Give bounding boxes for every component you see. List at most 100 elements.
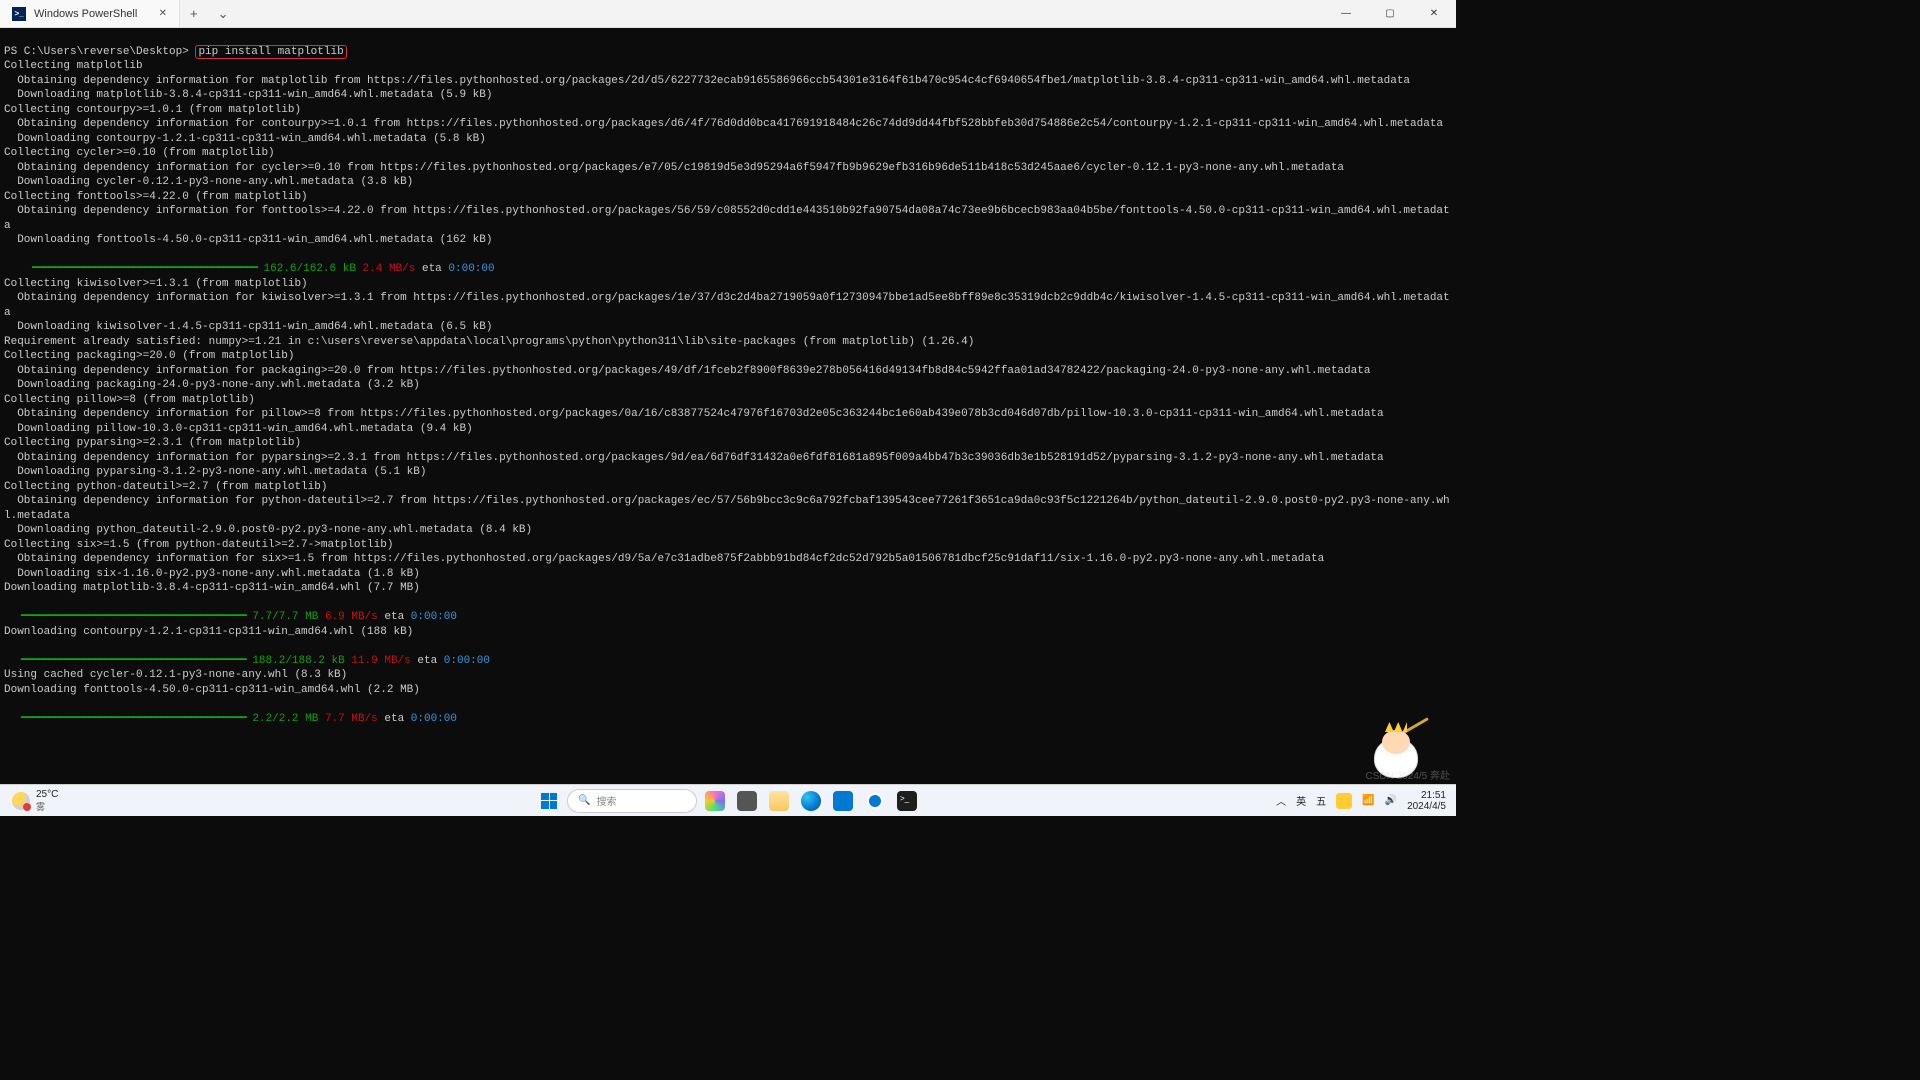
watermark: CSDN 2024/5 奔赴 — [1366, 767, 1450, 782]
ime-input[interactable]: 五 — [1316, 793, 1326, 808]
search-icon: 🔍 — [578, 795, 590, 806]
edge-icon — [801, 791, 821, 811]
terminal-line: Downloading pyparsing-3.1.2-py3-none-any… — [4, 466, 426, 478]
minimize-button[interactable]: — — [1324, 0, 1368, 27]
weather-text: 25°C 雾 — [36, 789, 58, 813]
terminal-button[interactable] — [893, 789, 921, 813]
start-button[interactable] — [535, 789, 563, 813]
taskview-button[interactable] — [733, 789, 761, 813]
circle-icon — [867, 793, 883, 809]
progress-bar: ━━━━━━━━━━━━━━━━━━━━━━━━━━━━━━━━━━━━━━━━ — [4, 611, 246, 623]
tab-close-button[interactable]: ✕ — [159, 8, 167, 19]
terminal-line: Collecting cycler>=0.10 (from matplotlib… — [4, 147, 275, 159]
terminal-line: Collecting packaging>=20.0 (from matplot… — [4, 350, 294, 362]
search-box[interactable]: 🔍 搜索 — [567, 789, 697, 813]
terminal-line: Downloading matplotlib-3.8.4-cp311-cp311… — [4, 89, 492, 101]
terminal-line: Obtaining dependency information for con… — [4, 118, 1443, 130]
terminal-line: Downloading matplotlib-3.8.4-cp311-cp311… — [4, 582, 420, 594]
terminal-line: Obtaining dependency information for pyp… — [4, 452, 1384, 464]
terminal-line: Downloading cycler-0.12.1-py3-none-any.w… — [4, 176, 413, 188]
terminal-line: Obtaining dependency information for six… — [4, 553, 1324, 565]
progress-eta-label: eta — [411, 655, 444, 667]
copilot-button[interactable] — [701, 789, 729, 813]
terminal-line: Downloading six-1.16.0-py2.py3-none-any.… — [4, 568, 420, 580]
progress-size: 162.6/162.6 kB — [257, 263, 356, 275]
terminal-line: Downloading fonttools-4.50.0-cp311-cp311… — [4, 684, 420, 696]
terminal-line: Requirement already satisfied: numpy>=1.… — [4, 336, 974, 348]
crown-icon — [1385, 722, 1407, 732]
terminal-line: Obtaining dependency information for mat… — [4, 75, 1410, 87]
explorer-button[interactable] — [765, 789, 793, 813]
tab-title: Windows PowerShell — [34, 8, 137, 20]
terminal-line: Collecting kiwisolver>=1.3.1 (from matpl… — [4, 278, 308, 290]
progress-speed: 6.9 MB/s — [318, 611, 377, 623]
terminal-line: Obtaining dependency information for fon… — [4, 205, 1450, 232]
copilot-icon — [705, 791, 725, 811]
new-tab-button[interactable]: + — [180, 0, 208, 27]
terminal-line: Obtaining dependency information for cyc… — [4, 162, 1344, 174]
search-placeholder: 搜索 — [596, 793, 616, 808]
progress-eta: 0:00:00 — [444, 655, 490, 667]
progress-eta-label: eta — [415, 263, 448, 275]
progress-eta-label: eta — [378, 713, 411, 725]
progress-speed: 11.9 MB/s — [345, 655, 411, 667]
terminal-line: Downloading python_dateutil-2.9.0.post0-… — [4, 524, 532, 536]
tab-dropdown-button[interactable]: ⌄ — [208, 0, 239, 27]
tray-app-icon[interactable] — [1336, 793, 1352, 809]
edge-button[interactable] — [797, 789, 825, 813]
progress-size: 2.2/2.2 MB — [246, 713, 319, 725]
progress-speed: 7.7 MB/s — [318, 713, 377, 725]
weather-icon — [12, 792, 30, 810]
terminal-line: Using cached cycler-0.12.1-py3-none-any.… — [4, 669, 347, 681]
terminal-line: Downloading kiwisolver-1.4.5-cp311-cp311… — [4, 321, 492, 333]
mascot-face — [1382, 730, 1410, 754]
terminal-line: Collecting matplotlib — [4, 60, 143, 72]
weather-cond: 雾 — [36, 800, 58, 813]
terminal-output[interactable]: PS C:\Users\reverse\Desktop> pip install… — [0, 28, 1456, 728]
terminal-line: Collecting pillow>=8 (from matplotlib) — [4, 394, 255, 406]
progress-speed: 2.4 MB/s — [356, 263, 415, 275]
terminal-line: Obtaining dependency information for kiw… — [4, 292, 1450, 319]
terminal-line: Downloading packaging-24.0-py3-none-any.… — [4, 379, 420, 391]
maximize-button[interactable]: ▢ — [1368, 0, 1412, 27]
terminal-line: Downloading contourpy-1.2.1-cp311-cp311-… — [4, 626, 413, 638]
windows-logo-icon — [541, 793, 557, 809]
taskbar: 25°C 雾 🔍 搜索 ︿ 英 五 📶 🔊 21:51 2024/4/5 — [0, 784, 1456, 816]
window-controls: — ▢ ✕ — [1324, 0, 1456, 27]
progress-bar: ━━━━━━━━━━━━━━━━━━━━━━━━━━━━━━━━━━━━━━━━ — [4, 655, 246, 667]
weather-widget[interactable]: 25°C 雾 — [0, 789, 58, 813]
folder-icon — [769, 791, 789, 811]
system-tray: ︿ 英 五 📶 🔊 21:51 2024/4/5 — [1276, 790, 1456, 812]
terminal-line: Downloading pillow-10.3.0-cp311-cp311-wi… — [4, 423, 473, 435]
tab-powershell[interactable]: >_ Windows PowerShell ✕ — [0, 0, 180, 27]
volume-icon[interactable]: 🔊 — [1385, 795, 1397, 806]
cortana-button[interactable] — [861, 789, 889, 813]
command-highlight: pip install matplotlib — [195, 45, 346, 59]
terminal-icon — [897, 791, 917, 811]
weather-temp: 25°C — [36, 789, 58, 800]
terminal-line: Collecting six>=1.5 (from python-dateuti… — [4, 539, 393, 551]
store-button[interactable] — [829, 789, 857, 813]
progress-eta: 0:00:00 — [411, 713, 457, 725]
progress-size: 7.7/7.7 MB — [246, 611, 319, 623]
close-button[interactable]: ✕ — [1412, 0, 1456, 27]
terminal-line: Collecting python-dateutil>=2.7 (from ma… — [4, 481, 327, 493]
clock-date: 2024/4/5 — [1407, 801, 1446, 812]
taskbar-center: 🔍 搜索 — [535, 789, 921, 813]
progress-eta-label: eta — [378, 611, 411, 623]
clock-time: 21:51 — [1407, 790, 1446, 801]
tray-chevron[interactable]: ︿ — [1276, 793, 1286, 808]
terminal-line: Obtaining dependency information for pac… — [4, 365, 1370, 377]
taskview-icon — [737, 791, 757, 811]
ime-lang[interactable]: 英 — [1296, 793, 1306, 808]
clock[interactable]: 21:51 2024/4/5 — [1407, 790, 1446, 812]
store-icon — [833, 791, 853, 811]
terminal-line: Obtaining dependency information for pil… — [4, 408, 1384, 420]
progress-eta: 0:00:00 — [411, 611, 457, 623]
network-icon[interactable]: 📶 — [1362, 795, 1374, 806]
terminal-line: Downloading contourpy-1.2.1-cp311-cp311-… — [4, 133, 486, 145]
terminal-line: Obtaining dependency information for pyt… — [4, 495, 1450, 522]
terminal-line: Collecting fonttools>=4.22.0 (from matpl… — [4, 191, 308, 203]
terminal-line: Collecting contourpy>=1.0.1 (from matplo… — [4, 104, 301, 116]
titlebar: >_ Windows PowerShell ✕ + ⌄ — ▢ ✕ — [0, 0, 1456, 28]
